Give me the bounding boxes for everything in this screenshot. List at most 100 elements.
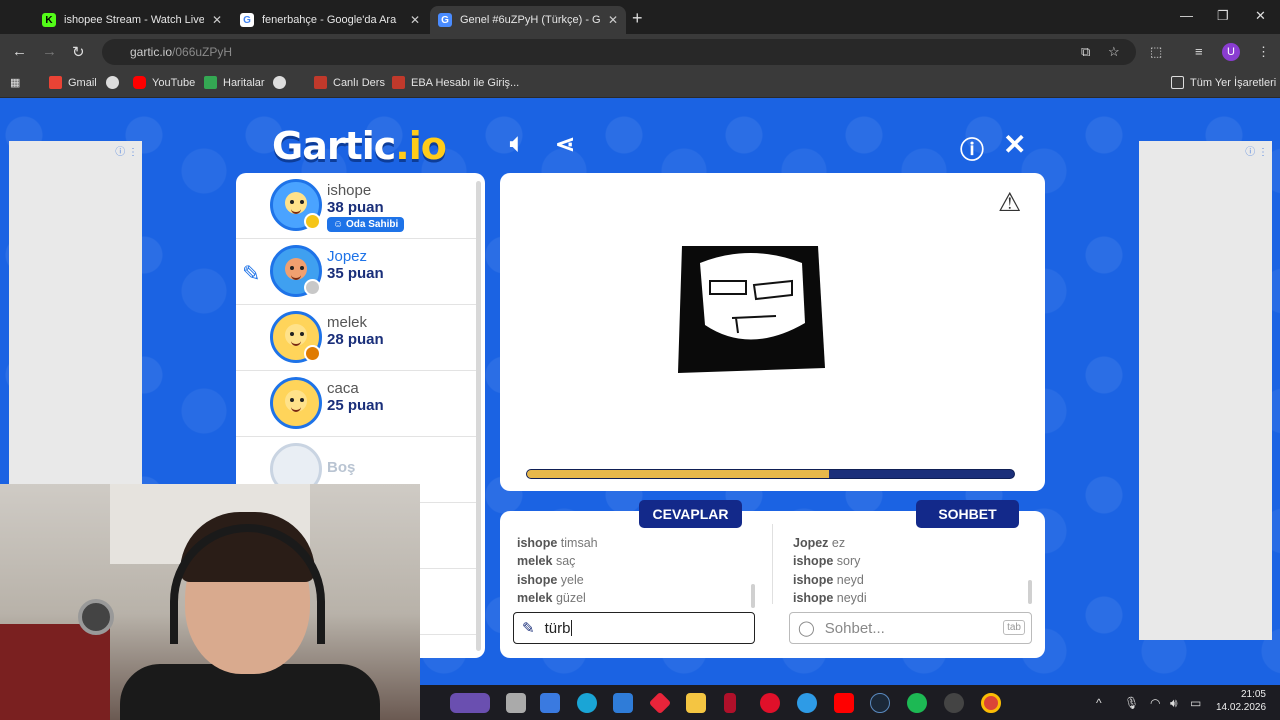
bookmark-maps[interactable]: Haritalar: [204, 76, 265, 89]
answer-input[interactable]: ✎ türb: [513, 612, 755, 644]
youtube-icon: [133, 76, 146, 89]
ad-info-icon[interactable]: ⓘ ⋮: [115, 143, 138, 158]
cast-icon[interactable]: ⧉: [1081, 44, 1090, 60]
url-path: /066uZPyH: [172, 45, 233, 59]
task-view-icon[interactable]: [506, 693, 526, 713]
bookmarks-bar: ▦ Gmail YouTube Haritalar Canlı Ders EBA…: [0, 70, 1280, 98]
player-score: 35 puan: [327, 265, 384, 282]
eba-icon: [392, 76, 405, 89]
ad-info-icon[interactable]: ⓘ ⋮: [1245, 143, 1268, 158]
extensions-icon[interactable]: ⬚: [1150, 44, 1162, 60]
player-name: caca: [327, 380, 359, 397]
battery-icon[interactable]: ▭: [1190, 696, 1201, 710]
maximize-icon[interactable]: ❐: [1217, 8, 1229, 24]
player-row: melek 28 puan: [236, 305, 476, 371]
bookmark-star-icon[interactable]: ☆: [1108, 44, 1120, 60]
new-tab-button[interactable]: +: [632, 8, 643, 29]
url-input[interactable]: gartic.io/066uZPyH: [102, 39, 1136, 65]
time-progress-fill: [527, 470, 829, 478]
spotify-icon[interactable]: [907, 693, 927, 713]
drawing-canvas[interactable]: ⚠: [500, 173, 1045, 491]
bookmark-youtube[interactable]: YouTube: [133, 76, 195, 89]
list-item: melek güzel: [517, 591, 586, 606]
browser-tab-google[interactable]: G fenerbahçe - Google'da Ara ✕: [232, 6, 428, 34]
chat-scrollbar[interactable]: [1028, 580, 1032, 604]
close-tab-icon[interactable]: ✕: [212, 13, 222, 27]
edge-icon[interactable]: [577, 693, 597, 713]
tray-chevron-icon[interactable]: ^: [1096, 696, 1102, 710]
kick-icon: K: [42, 13, 56, 27]
player-row: ishope 38 puan ☺ Oda Sahibi: [236, 173, 476, 239]
back-icon[interactable]: ←: [12, 43, 27, 60]
app-icon[interactable]: [944, 693, 964, 713]
google-icon: G: [240, 13, 254, 27]
close-tab-icon[interactable]: ✕: [608, 13, 618, 27]
drawing: [678, 246, 825, 373]
player-score: 28 puan: [327, 331, 384, 348]
list-item: melek saç: [517, 554, 576, 569]
player-list-scrollbar[interactable]: [476, 181, 481, 651]
player-name: melek: [327, 314, 368, 331]
wifi-icon[interactable]: ◠: [1150, 696, 1160, 710]
globe-icon: [273, 76, 286, 89]
chat-header: SOHBET: [916, 500, 1019, 528]
player-name: Jopez: [327, 248, 368, 265]
share-icon[interactable]: ⋖: [555, 130, 575, 159]
chrome-icon[interactable]: [981, 693, 1001, 713]
list-item: ishope sory: [793, 554, 861, 569]
steam-icon[interactable]: [870, 693, 890, 713]
list-item: ishope neydi: [793, 591, 867, 606]
close-window-icon[interactable]: ✕: [1255, 8, 1266, 24]
pencil-icon: ✎: [242, 261, 261, 286]
pencil-icon: ✎: [522, 620, 535, 637]
microphone-icon[interactable]: 🎙︎: [1124, 696, 1139, 710]
answers-scrollbar[interactable]: [751, 584, 755, 608]
sound-icon[interactable]: 🔈︎: [510, 130, 524, 158]
wall-clock: [78, 599, 114, 635]
widgets-icon[interactable]: [450, 693, 490, 713]
chatgpt-icon[interactable]: [797, 693, 817, 713]
volume-icon[interactable]: 🔊︎: [1170, 696, 1178, 711]
browser-tab-stream[interactable]: K ishopee Stream - Watch Live on ✕: [34, 6, 230, 34]
status-dot: [304, 279, 321, 296]
player-score: 25 puan: [327, 397, 384, 414]
bookmark-eba[interactable]: EBA Hesabı ile Giriş...: [392, 76, 519, 89]
ad-right[interactable]: ⓘ ⋮: [1139, 141, 1272, 640]
file-explorer-icon[interactable]: [686, 693, 706, 713]
avatar: [270, 377, 322, 429]
copilot-icon[interactable]: [540, 693, 560, 713]
reload-icon[interactable]: ↻: [72, 43, 85, 61]
webcam-overlay: [0, 484, 420, 720]
list-item: Jopez ez: [793, 536, 846, 550]
player-name: ishope: [327, 182, 372, 199]
answers-header: CEVAPLAR: [639, 500, 742, 528]
minimize-icon[interactable]: —: [1180, 8, 1193, 23]
all-bookmarks[interactable]: Tüm Yer İşaretleri: [1171, 76, 1276, 89]
close-tab-icon[interactable]: ✕: [410, 13, 420, 27]
app-icon[interactable]: [648, 691, 672, 715]
store-icon[interactable]: [613, 693, 633, 713]
status-dot: [304, 345, 321, 362]
bookmark-globe-2[interactable]: [273, 76, 292, 89]
gmail-icon: [49, 76, 62, 89]
bookmark-gmail[interactable]: Gmail: [49, 76, 97, 89]
owner-badge: ☺ Oda Sahibi: [327, 217, 405, 232]
info-icon[interactable]: ⓘ: [960, 130, 984, 165]
ad-left[interactable]: ⓘ ⋮: [9, 141, 142, 485]
netflix-icon[interactable]: [724, 693, 736, 713]
taskbar-clock[interactable]: 21:05 14.02.2026: [1216, 688, 1266, 714]
media-icon[interactable]: ≡: [1195, 44, 1203, 59]
forward-icon[interactable]: →: [42, 43, 57, 60]
apps-grid-icon[interactable]: ▦: [10, 76, 20, 89]
browser-tab-gartic[interactable]: G Genel #6uZPyH (Türkçe) - Gartic ✕: [430, 6, 626, 34]
bookmark-canli-ders[interactable]: Canlı Ders: [314, 76, 385, 89]
menu-kebab-icon[interactable]: ⋮: [1257, 44, 1270, 60]
close-icon[interactable]: ✕: [1003, 128, 1026, 161]
chat-input[interactable]: ◯ Sohbet... tab: [789, 612, 1032, 644]
chat-list: Jopez ez ishope sory ishope neyd ishope …: [793, 534, 1033, 608]
bookmark-globe[interactable]: [106, 76, 125, 89]
youtube-icon[interactable]: [834, 693, 854, 713]
opera-icon[interactable]: [760, 693, 780, 713]
profile-avatar[interactable]: U: [1222, 43, 1240, 61]
player-row: ✎ Jopez 35 puan: [236, 239, 476, 305]
